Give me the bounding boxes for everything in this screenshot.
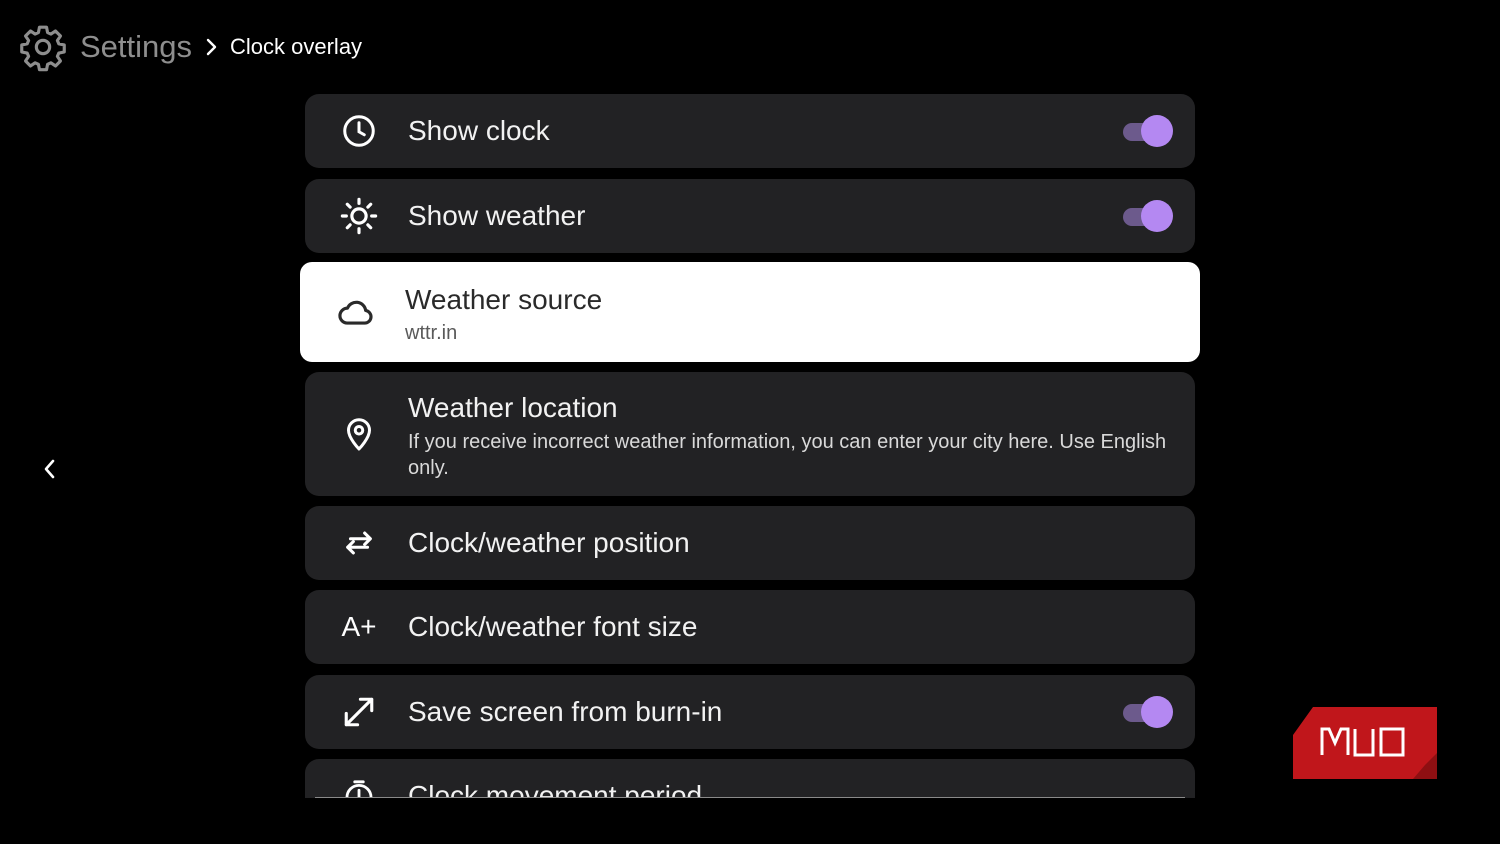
setting-label: Clock/weather position bbox=[408, 527, 690, 558]
setting-label: Weather source bbox=[405, 284, 603, 315]
location-pin-icon bbox=[339, 414, 379, 454]
setting-label: Clock/weather font size bbox=[408, 611, 698, 642]
setting-show-clock[interactable]: Show clock bbox=[305, 94, 1195, 168]
setting-weather-source[interactable]: Weather source wttr.in bbox=[300, 262, 1200, 362]
sun-icon bbox=[339, 196, 379, 236]
setting-weather-location[interactable]: Weather location If you receive incorrec… bbox=[305, 372, 1195, 496]
timer-icon bbox=[339, 776, 379, 798]
setting-description: If you receive incorrect weather informa… bbox=[408, 431, 1167, 479]
show-weather-toggle[interactable] bbox=[1121, 199, 1175, 233]
setting-show-weather[interactable]: Show weather bbox=[305, 179, 1195, 253]
breadcrumb-settings[interactable]: Settings bbox=[80, 29, 192, 65]
setting-label: Save screen from burn-in bbox=[408, 696, 723, 727]
swap-arrows-icon bbox=[339, 523, 379, 563]
page-title: Clock overlay bbox=[230, 34, 363, 59]
list-bottom-edge bbox=[315, 797, 1185, 798]
muo-logo bbox=[1293, 707, 1437, 779]
toggle-thumb bbox=[1141, 115, 1173, 147]
burn-in-toggle[interactable] bbox=[1121, 695, 1175, 729]
expand-arrows-icon bbox=[339, 692, 379, 732]
show-clock-toggle[interactable] bbox=[1121, 114, 1175, 148]
clock-icon bbox=[339, 111, 379, 151]
setting-label: Clock movement period bbox=[408, 780, 703, 798]
settings-list: Show clock Show weather Weather source w… bbox=[295, 90, 1207, 798]
setting-clock-movement-period[interactable]: Clock movement period bbox=[305, 759, 1195, 798]
setting-label: Show weather bbox=[408, 200, 586, 231]
toggle-thumb bbox=[1141, 696, 1173, 728]
setting-label: Weather location bbox=[408, 392, 618, 423]
setting-clock-weather-position[interactable]: Clock/weather position bbox=[305, 506, 1195, 580]
breadcrumb: Settings Clock overlay bbox=[18, 22, 362, 72]
font-size-icon: A+ bbox=[341, 611, 377, 642]
chevron-left-icon[interactable] bbox=[38, 456, 62, 482]
gear-icon bbox=[18, 22, 68, 72]
setting-label: Show clock bbox=[408, 115, 550, 146]
chevron-right-icon bbox=[204, 35, 220, 59]
settings-screen: Settings Clock overlay Show clock Show w… bbox=[0, 0, 1500, 844]
cloud-icon bbox=[336, 292, 376, 332]
setting-save-screen-burn-in[interactable]: Save screen from burn-in bbox=[305, 675, 1195, 749]
setting-clock-weather-font-size[interactable]: A+ Clock/weather font size bbox=[305, 590, 1195, 664]
setting-value: wttr.in bbox=[405, 322, 458, 344]
toggle-thumb bbox=[1141, 200, 1173, 232]
